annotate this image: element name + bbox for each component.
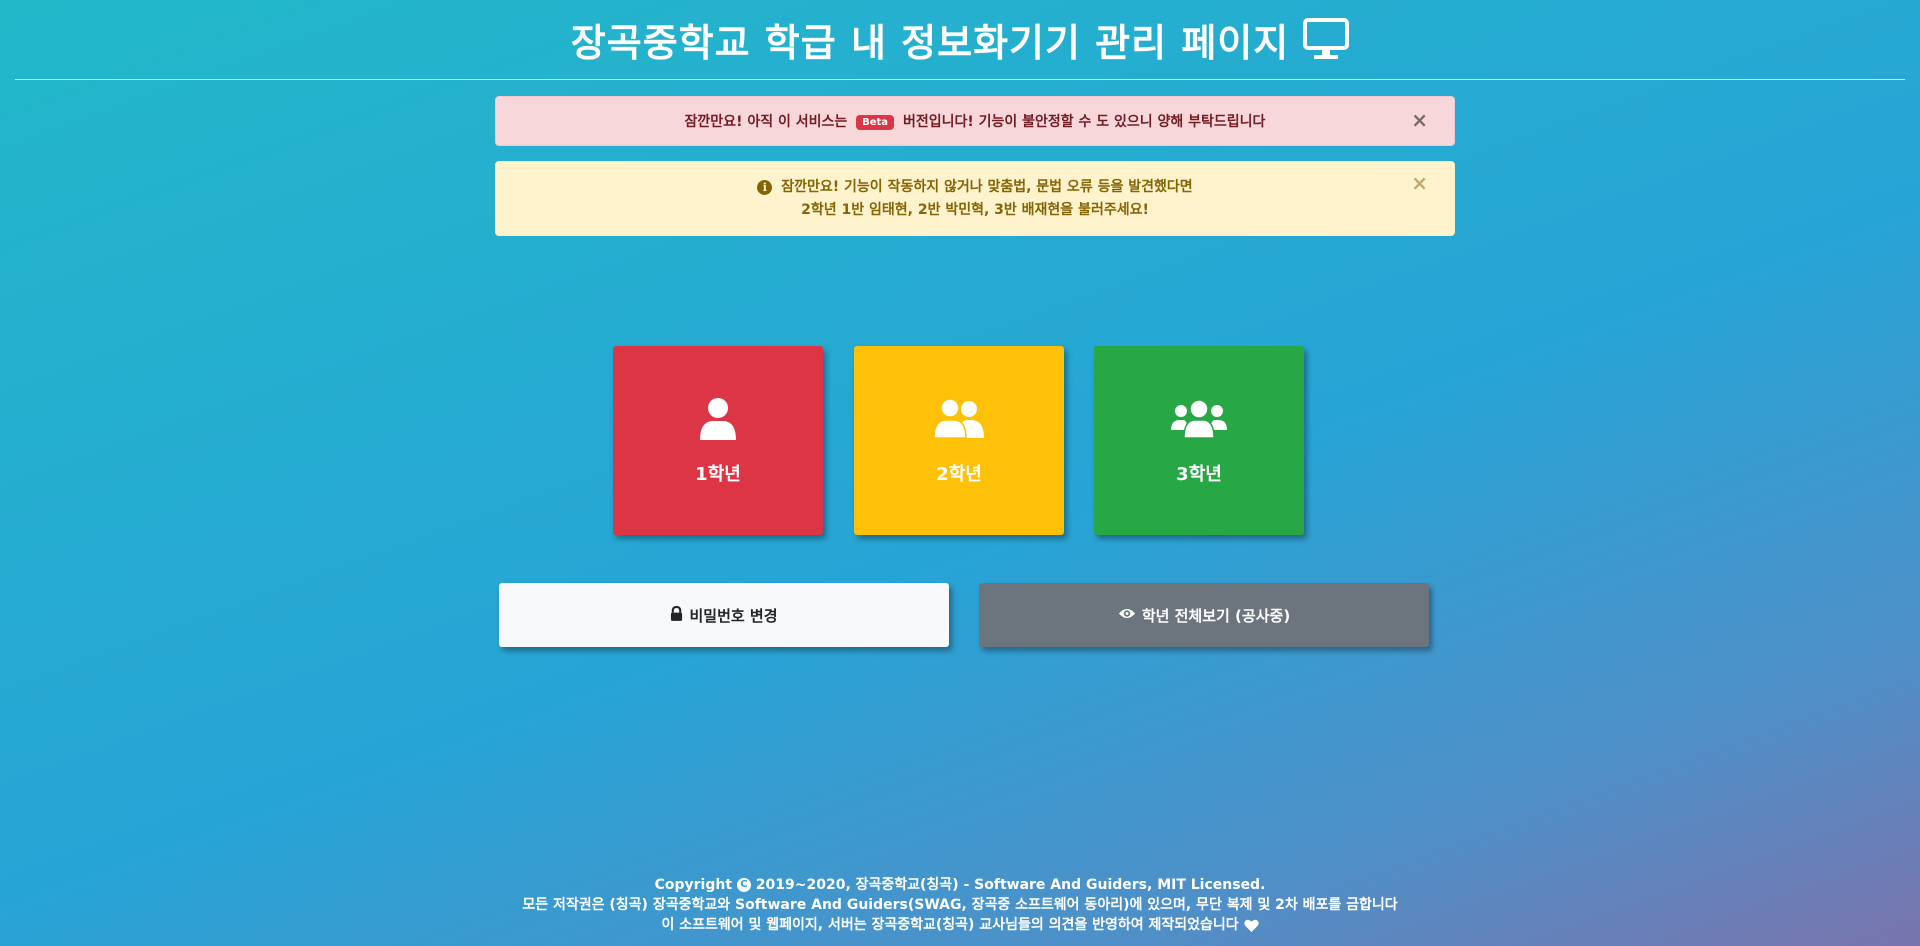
lock-icon [670, 605, 683, 625]
grade-2-tile[interactable]: 2학년 [854, 346, 1064, 535]
info-circle-icon: i [757, 179, 773, 195]
beta-alert: 잠깐만요! 아직 이 서비스는 Beta 버전입니다! 기능이 불안정할 수 도… [495, 96, 1455, 146]
beta-alert-text: 잠깐만요! 아직 이 서비스는 Beta 버전입니다! 기능이 불안정할 수 도… [685, 111, 1266, 131]
grade-3-label: 3학년 [1176, 463, 1222, 485]
grade-2-label: 2학년 [936, 463, 982, 485]
grade-3-tile[interactable]: 3학년 [1094, 346, 1304, 535]
view-all-grades-label: 학년 전체보기 (공사중) [1141, 606, 1291, 625]
beta-alert-text-after: 버전입니다! 기능이 불안정할 수 도 있으니 양해 부탁드립니다 [902, 114, 1266, 130]
footer-copyright-line: Copyright C 2019~2020, 장곡중학교(칭곡) - Softw… [0, 875, 1920, 895]
change-password-button[interactable]: 비밀번호 변경 [499, 583, 949, 647]
header-divider [15, 79, 1905, 80]
beta-alert-strong: 잠깐만요! [684, 114, 743, 130]
report-alert-line2: 2학년 1반 임태현, 2반 박민혁, 3반 배재현을 불러주세요! [801, 201, 1149, 218]
page-header: 장곡중학교 학급 내 정보화기기 관리 페이지 [0, 0, 1920, 78]
user-icon [698, 396, 738, 444]
user-friends-icon [932, 396, 986, 444]
beta-badge: Beta [856, 114, 895, 130]
grade-1-label: 1학년 [695, 463, 741, 485]
page-title: 장곡중학교 학급 내 정보화기기 관리 페이지 [570, 20, 1290, 65]
footer-credits-line: 이 소프트웨어 및 웹페이지, 서버는 장곡중학교(칭곡) 교사님들의 의견을 … [0, 915, 1920, 935]
heart-icon [1243, 917, 1259, 933]
view-all-grades-button[interactable]: 학년 전체보기 (공사중) [979, 583, 1429, 647]
footer-rights-line: 모든 저작권은 (칭곡) 장곡중학교와 Software And Guiders… [522, 897, 1398, 913]
beta-alert-text-before: 아직 이 서비스는 [747, 114, 848, 130]
footer: Copyright C 2019~2020, 장곡중학교(칭곡) - Softw… [0, 875, 1920, 935]
footer-copyright-prefix: Copyright [654, 877, 733, 893]
grade-1-tile[interactable]: 1학년 [613, 346, 823, 535]
report-alert-line1: i 잠깐만요! 기능이 작동하지 않거나 맞춤법, 문법 오류 등을 발견했다면 [757, 176, 1193, 199]
copyright-icon: C [736, 878, 751, 892]
eye-icon [1118, 606, 1136, 624]
footer-credits-text: 이 소프트웨어 및 웹페이지, 서버는 장곡중학교(칭곡) 교사님들의 의견을 … [661, 917, 1239, 933]
desktop-monitor-icon [1303, 18, 1350, 60]
close-report-alert-button[interactable]: × [1411, 172, 1428, 195]
users-icon [1171, 396, 1227, 444]
report-alert: i 잠깐만요! 기능이 작동하지 않거나 맞춤법, 문법 오류 등을 발견했다면… [495, 161, 1455, 236]
report-alert-strong: 잠깐만요! [781, 178, 840, 195]
close-beta-alert-button[interactable]: × [1411, 108, 1428, 132]
report-alert-text1: 기능이 작동하지 않거나 맞춤법, 문법 오류 등을 발견했다면 [844, 178, 1193, 195]
footer-copyright-suffix: 2019~2020, 장곡중학교(칭곡) - Software And Guid… [755, 877, 1266, 893]
change-password-label: 비밀번호 변경 [689, 606, 778, 625]
